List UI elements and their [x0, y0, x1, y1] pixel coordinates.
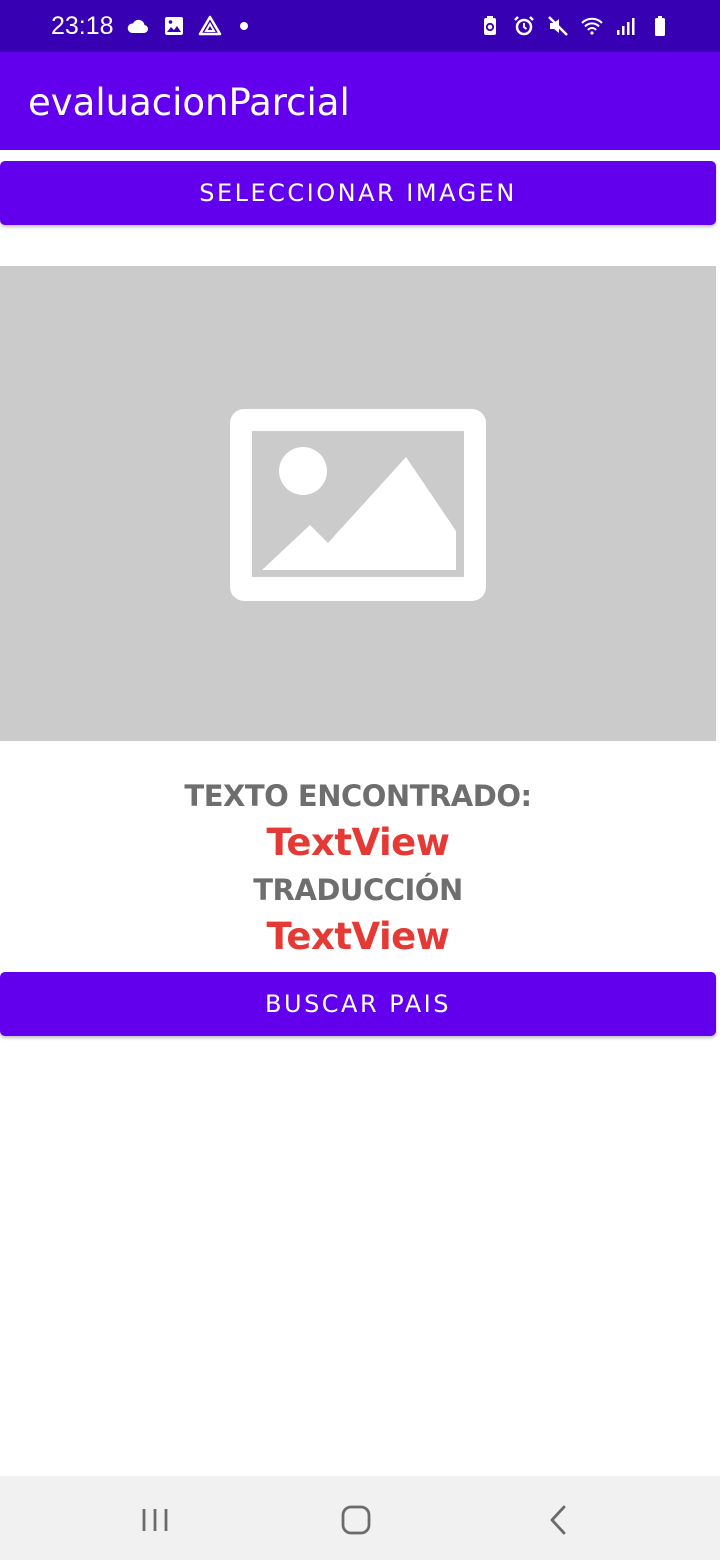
signal-icon: [614, 14, 638, 38]
status-right-icons: [478, 12, 672, 40]
app-bar: evaluacionParcial: [0, 52, 720, 150]
back-icon[interactable]: [538, 1500, 578, 1540]
status-bar: 23:18: [0, 0, 720, 52]
search-country-button[interactable]: BUSCAR PAIS: [0, 972, 716, 1036]
navigation-bar: [0, 1476, 720, 1560]
app-screen: 23:18 evaluacionParcial SELECCIONAR IMAG…: [0, 0, 720, 1560]
notification-dot: [240, 22, 248, 30]
image-view: [0, 266, 716, 741]
gallery-icon: [162, 14, 186, 38]
cloud-icon: [126, 14, 150, 38]
wifi-icon: [580, 14, 604, 38]
alarm-icon: [512, 14, 536, 38]
mute-icon: [546, 14, 570, 38]
drive-icon: [198, 14, 222, 38]
found-text-value: TextView: [266, 821, 450, 864]
recents-icon[interactable]: [135, 1500, 175, 1540]
translation-value: TextView: [266, 915, 450, 958]
home-icon[interactable]: [336, 1500, 376, 1540]
found-text-label: TEXTO ENCONTRADO:: [184, 779, 532, 813]
battery-saver-icon: [478, 14, 502, 38]
app-title: evaluacionParcial: [28, 81, 350, 124]
image-placeholder-icon: [228, 407, 488, 603]
status-time: 23:18: [51, 12, 114, 40]
translation-label: TRADUCCIÓN: [253, 873, 463, 907]
status-left-icons: [126, 13, 248, 39]
battery-icon: [648, 14, 672, 38]
select-image-button[interactable]: SELECCIONAR IMAGEN: [0, 161, 716, 225]
